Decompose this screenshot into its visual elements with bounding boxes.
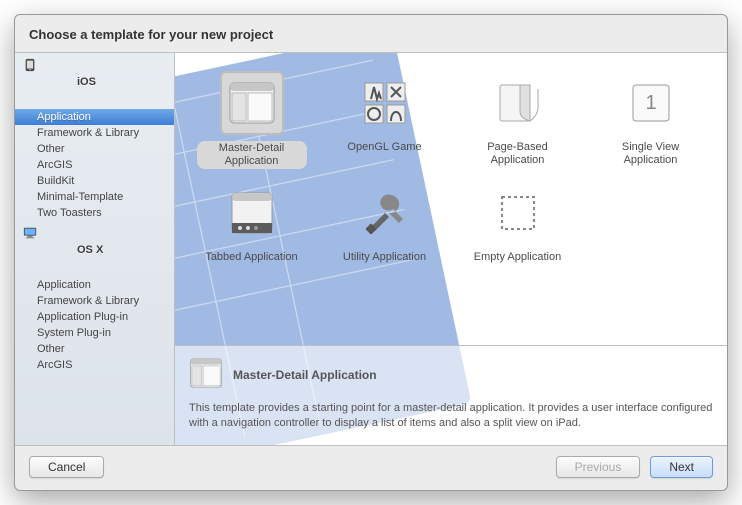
sidebar-item-two-toasters[interactable]: Two Toasters (15, 205, 174, 221)
cancel-button[interactable]: Cancel (29, 456, 104, 478)
template-masterdetail[interactable]: Master-Detail Application (185, 63, 318, 173)
new-project-dialog: Choose a template for your new project (14, 14, 728, 491)
template-tabbed[interactable]: Tabbed Application (185, 173, 318, 283)
dialog-title: Choose a template for your new project (15, 15, 727, 52)
utility-icon (353, 181, 417, 245)
description-panel: Master-Detail Application This template … (175, 345, 727, 445)
tabbed-icon (220, 181, 284, 245)
sidebar-item-system-plug-in[interactable]: System Plug-in (15, 325, 174, 341)
template-singleview[interactable]: 1 Single View Application (584, 63, 717, 173)
sidebar-group-label: OS X (77, 244, 103, 256)
description-title: Master-Detail Application (233, 368, 377, 382)
pagebased-icon (486, 71, 550, 135)
template-grid: Master-Detail Application OpenGL Game Page… (175, 53, 727, 345)
template-label: Single View Application (596, 141, 706, 167)
template-label: Page-Based Application (463, 141, 573, 167)
masterdetail-icon (189, 356, 223, 393)
template-label: OpenGL Game (347, 141, 421, 154)
template-empty[interactable]: Empty Application (451, 173, 584, 283)
sidebar-item-application[interactable]: Application (15, 109, 174, 125)
sidebar: iOSApplicationFramework & LibraryOtherAr… (15, 53, 175, 445)
sidebar-item-application-plug-in[interactable]: Application Plug-in (15, 309, 174, 325)
sidebar-item-arcgis[interactable]: ArcGIS (15, 157, 174, 173)
template-pagebased[interactable]: Page-Based Application (451, 63, 584, 173)
previous-button[interactable]: Previous (556, 456, 641, 478)
sidebar-group-osx: OS X (15, 221, 174, 277)
template-opengl[interactable]: OpenGL Game (318, 63, 451, 173)
next-button[interactable]: Next (650, 456, 713, 478)
description-text: This template provides a starting point … (189, 401, 713, 431)
masterdetail-icon (220, 71, 284, 135)
sidebar-item-framework-library[interactable]: Framework & Library (15, 125, 174, 141)
sidebar-item-buildkit[interactable]: BuildKit (15, 173, 174, 189)
template-utility[interactable]: Utility Application (318, 173, 451, 283)
sidebar-item-framework-library[interactable]: Framework & Library (15, 293, 174, 309)
sidebar-item-other[interactable]: Other (15, 141, 174, 157)
sidebar-item-minimal-template[interactable]: Minimal-Template (15, 189, 174, 205)
singleview-icon: 1 (619, 71, 683, 135)
dialog-footer: Cancel Previous Next (15, 446, 727, 490)
sidebar-item-other[interactable]: Other (15, 341, 174, 357)
sidebar-group-label: iOS (77, 76, 96, 88)
empty-icon (486, 181, 550, 245)
svg-text:1: 1 (645, 92, 656, 114)
sidebar-item-application[interactable]: Application (15, 277, 174, 293)
main-pane: Master-Detail Application OpenGL Game Page… (175, 53, 727, 445)
opengl-icon (353, 71, 417, 135)
template-label: Utility Application (343, 251, 426, 264)
dialog-body: iOSApplicationFramework & LibraryOtherAr… (15, 52, 727, 446)
template-label: Tabbed Application (205, 251, 297, 264)
template-label: Master-Detail Application (197, 141, 307, 169)
sidebar-group-ios: iOS (15, 53, 174, 109)
template-label: Empty Application (474, 251, 561, 264)
sidebar-item-arcgis[interactable]: ArcGIS (15, 357, 174, 373)
